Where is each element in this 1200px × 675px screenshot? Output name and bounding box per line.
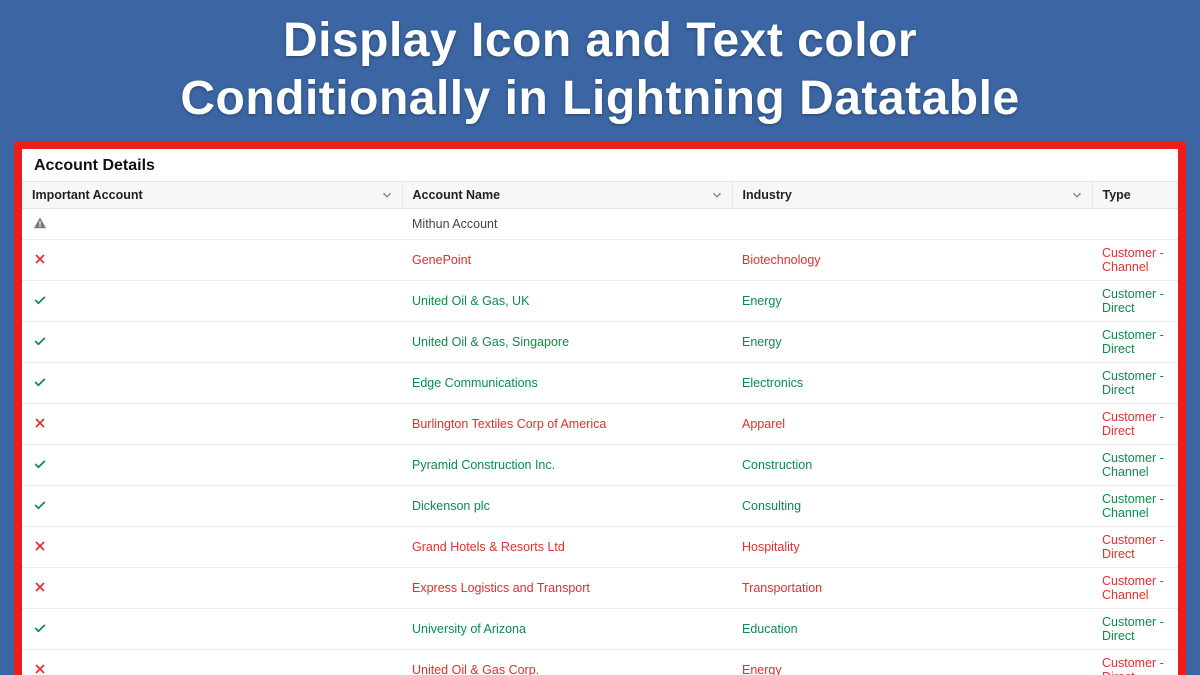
col-industry-label: Industry (743, 188, 792, 202)
check-icon (32, 333, 48, 349)
table-row[interactable]: Burlington Textiles Corp of AmericaAppar… (22, 404, 1178, 445)
cell-account-name: Grand Hotels & Resorts Ltd (402, 527, 732, 568)
cross-icon (32, 661, 48, 675)
check-icon (32, 620, 48, 636)
table-row[interactable]: Mithun Account (22, 209, 1178, 240)
check-icon (32, 456, 48, 472)
cell-type: Customer - Direct (1092, 363, 1178, 404)
table-row[interactable]: Pyramid Construction Inc.ConstructionCus… (22, 445, 1178, 486)
cell-industry: Apparel (732, 404, 1092, 445)
cell-type: Customer - Channel (1092, 568, 1178, 609)
table-row[interactable]: United Oil & Gas, UKEnergyCustomer - Dir… (22, 281, 1178, 322)
col-type[interactable]: Type (1092, 182, 1178, 209)
cell-type: Customer - Direct (1092, 281, 1178, 322)
table-row[interactable]: United Oil & Gas Corp.EnergyCustomer - D… (22, 650, 1178, 675)
cell-account-name: Pyramid Construction Inc. (402, 445, 732, 486)
cell-industry: Hospitality (732, 527, 1092, 568)
table-row[interactable]: Dickenson plcConsultingCustomer - Channe… (22, 486, 1178, 527)
cell-type: Customer - Channel (1092, 445, 1178, 486)
cell-type: Customer - Direct (1092, 650, 1178, 675)
cell-type: Customer - Channel (1092, 240, 1178, 281)
cell-industry: Construction (732, 445, 1092, 486)
cell-industry (732, 209, 1092, 240)
col-important-label: Important Account (32, 188, 143, 202)
cell-industry: Energy (732, 281, 1092, 322)
cell-account-name: University of Arizona (402, 609, 732, 650)
page-headline: Display Icon and Text color Conditionall… (0, 0, 1200, 141)
cell-account-name: United Oil & Gas Corp. (402, 650, 732, 675)
table-body: Mithun AccountGenePointBiotechnologyCust… (22, 209, 1178, 675)
col-important-account[interactable]: Important Account (22, 182, 402, 209)
account-table: Important Account Account Name Industry (22, 181, 1178, 675)
cross-icon (32, 415, 48, 431)
cell-industry: Consulting (732, 486, 1092, 527)
cell-type: Customer - Direct (1092, 322, 1178, 363)
table-row[interactable]: Express Logistics and TransportTransport… (22, 568, 1178, 609)
headline-line-1: Display Icon and Text color (283, 14, 917, 67)
cell-industry: Electronics (732, 363, 1092, 404)
check-icon (32, 497, 48, 513)
cell-industry: Energy (732, 322, 1092, 363)
chevron-down-icon (710, 188, 724, 202)
table-row[interactable]: University of ArizonaEducationCustomer -… (22, 609, 1178, 650)
cell-type: Customer - Direct (1092, 609, 1178, 650)
cell-type (1092, 209, 1178, 240)
headline-line-2: Conditionally in Lightning Datatable (180, 72, 1019, 125)
cell-industry: Biotechnology (732, 240, 1092, 281)
cell-type: Customer - Channel (1092, 486, 1178, 527)
cell-type: Customer - Direct (1092, 527, 1178, 568)
col-industry[interactable]: Industry (732, 182, 1092, 209)
cell-industry: Transportation (732, 568, 1092, 609)
cross-icon (32, 251, 48, 267)
table-row[interactable]: GenePointBiotechnologyCustomer - Channel (22, 240, 1178, 281)
cell-account-name: GenePoint (402, 240, 732, 281)
cell-account-name: Dickenson plc (402, 486, 732, 527)
check-icon (32, 292, 48, 308)
cell-industry: Education (732, 609, 1092, 650)
cross-icon (32, 579, 48, 595)
cell-account-name: Edge Communications (402, 363, 732, 404)
cell-account-name: United Oil & Gas, UK (402, 281, 732, 322)
table-row[interactable]: United Oil & Gas, SingaporeEnergyCustome… (22, 322, 1178, 363)
table-row[interactable]: Grand Hotels & Resorts LtdHospitalityCus… (22, 527, 1178, 568)
chevron-down-icon (1070, 188, 1084, 202)
col-type-label: Type (1103, 188, 1131, 202)
datatable-card: Account Details Important Account Accoun… (14, 141, 1186, 675)
chevron-down-icon (380, 188, 394, 202)
check-icon (32, 374, 48, 390)
cell-type: Customer - Direct (1092, 404, 1178, 445)
cross-icon (32, 538, 48, 554)
cell-account-name: Burlington Textiles Corp of America (402, 404, 732, 445)
datatable-inner: Account Details Important Account Accoun… (22, 149, 1178, 675)
warning-icon (32, 215, 48, 231)
cell-account-name: United Oil & Gas, Singapore (402, 322, 732, 363)
card-title: Account Details (22, 149, 1178, 181)
table-row[interactable]: Edge CommunicationsElectronicsCustomer -… (22, 363, 1178, 404)
cell-industry: Energy (732, 650, 1092, 675)
cell-account-name: Express Logistics and Transport (402, 568, 732, 609)
col-name-label: Account Name (413, 188, 501, 202)
cell-account-name: Mithun Account (402, 209, 732, 240)
col-account-name[interactable]: Account Name (402, 182, 732, 209)
